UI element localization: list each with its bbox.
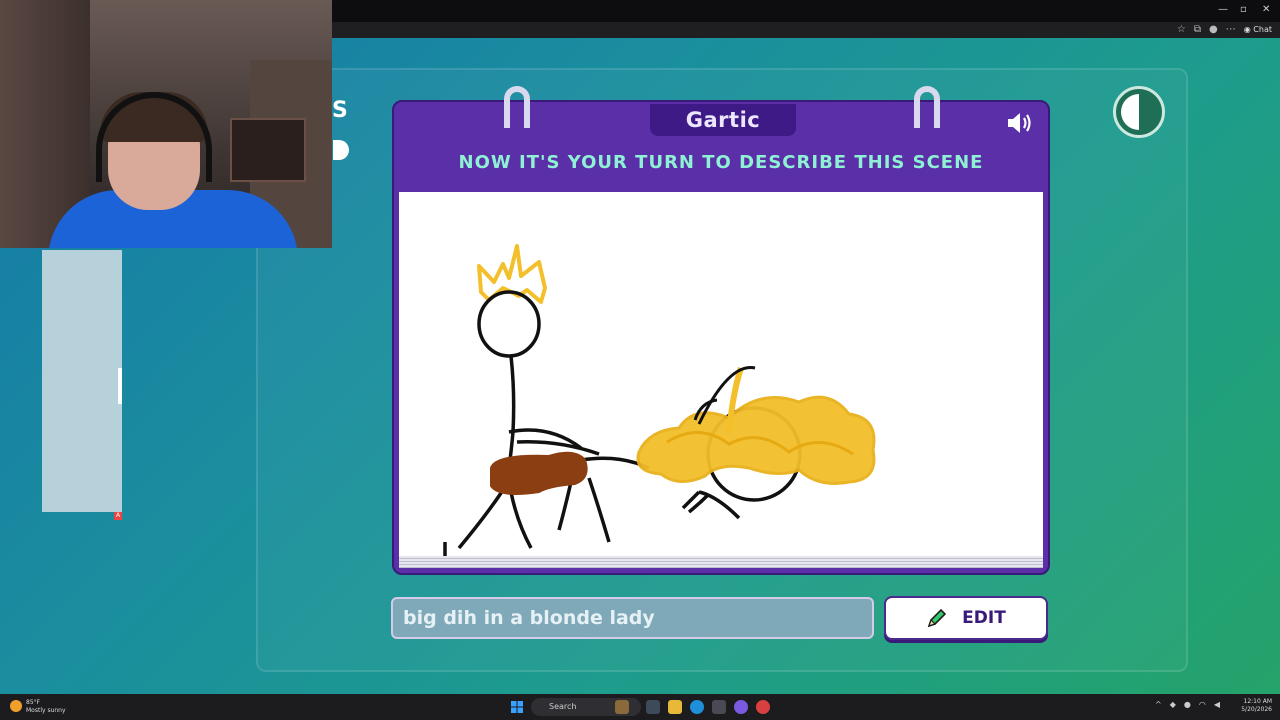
taskbar-clock[interactable]: 12:10 AM 5/20/2026 (1241, 698, 1272, 714)
clipped-title-glyph: S (332, 98, 348, 123)
mic-icon[interactable]: ● (1184, 700, 1191, 709)
ring-binder-left (504, 86, 530, 128)
network-icon[interactable]: ◆ (1170, 700, 1176, 709)
answer-input[interactable]: big dih in a blonde lady (391, 597, 874, 639)
search-label: Search (549, 702, 577, 711)
chevron-up-icon[interactable]: ^ (1155, 700, 1162, 709)
sound-icon[interactable] (1006, 110, 1034, 136)
scroll-handle[interactable] (118, 368, 122, 404)
taskbar: 85°F Mostly sunny Search ^ ◆ ● ◠ ◀ 12:10… (0, 694, 1280, 720)
drawing-canvas (399, 192, 1043, 556)
theme-toggle-button[interactable] (1113, 86, 1165, 138)
prompt-title: NOW IT'S YOUR TURN TO DESCRIBE THIS SCEN… (458, 152, 984, 173)
head-stroke (477, 290, 541, 358)
profile-icon[interactable]: ● (1209, 24, 1218, 35)
webcam-overlay (0, 0, 332, 248)
windows-start-icon[interactable] (511, 701, 523, 713)
volume-icon[interactable]: ◀ (1214, 700, 1220, 709)
task-view-icon[interactable] (646, 700, 660, 714)
weather-icon (10, 700, 22, 712)
ring-binder-right (914, 86, 940, 128)
more-menu-icon[interactable]: ⋯ (1226, 24, 1236, 35)
weather-temp: 85°F (26, 699, 41, 706)
favorite-star-icon[interactable]: ☆ (1177, 24, 1186, 35)
edit-label: EDIT (962, 608, 1006, 628)
weather-widget[interactable]: 85°F Mostly sunny (26, 699, 66, 715)
copilot-icon: ◉ (1243, 25, 1251, 34)
weather-desc: Mostly sunny (26, 707, 66, 714)
marker-icon: A (114, 512, 122, 520)
copilot-chat-button[interactable]: ◉ Chat (1244, 25, 1272, 34)
maximize-button[interactable]: ▫ (1240, 4, 1247, 15)
hair-shape (636, 395, 876, 485)
close-button[interactable]: ✕ (1262, 4, 1270, 15)
collections-icon[interactable]: ⧉ (1194, 24, 1201, 35)
chat-label: Chat (1253, 25, 1272, 34)
edge-icon[interactable] (690, 700, 704, 714)
brown-shape (490, 451, 588, 495)
store-icon[interactable] (712, 700, 726, 714)
chrome-icon[interactable] (756, 700, 770, 714)
pencil-icon (927, 608, 947, 628)
paper-edge (399, 556, 1043, 568)
side-panel (42, 250, 122, 512)
wifi-icon[interactable]: ◠ (1199, 700, 1206, 709)
clock-date: 5/20/2026 (1241, 706, 1272, 713)
app-icon-widget[interactable] (615, 700, 629, 714)
system-tray: ^ ◆ ● ◠ ◀ (1155, 700, 1220, 709)
gartic-logo: Gartic (650, 104, 796, 136)
minimize-button[interactable]: — (1218, 4, 1228, 15)
edit-button[interactable]: EDIT (884, 596, 1048, 640)
file-explorer-icon[interactable] (668, 700, 682, 714)
clock-time: 12:10 AM (1243, 698, 1272, 705)
half-circle-icon (1121, 94, 1139, 130)
chat-app-icon[interactable] (734, 700, 748, 714)
drawing-card: Gartic NOW IT'S YOUR TURN TO DESCRIBE TH… (392, 86, 1050, 575)
